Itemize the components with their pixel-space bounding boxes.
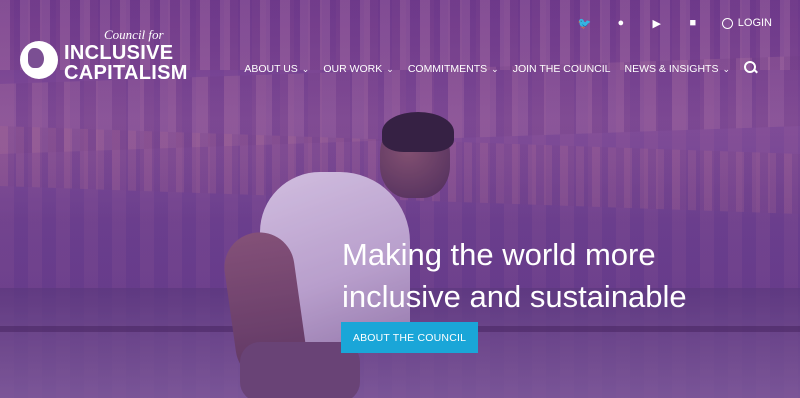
facebook-icon[interactable]: ● [614, 16, 628, 30]
logo-line-2: CAPITALISM [64, 62, 188, 84]
twitter-icon[interactable]: 🐦 [578, 16, 592, 30]
chevron-down-icon: ⌄ [722, 63, 730, 74]
nav-item-news-insights[interactable]: NEWS & INSIGHTS ⌄ [625, 63, 730, 75]
user-icon [721, 17, 733, 29]
logo-small-text: Council for [104, 27, 164, 42]
chevron-down-icon: ⌄ [491, 63, 499, 74]
logo-line-1: INCLUSIVE [64, 42, 174, 64]
nav-item-label: NEWS & INSIGHTS [624, 63, 719, 75]
hero-headline: Making the world more inclusive and sust… [342, 234, 782, 318]
nav-item-our-work[interactable]: OUR WORK ⌄ [323, 63, 393, 75]
nav-item-label: JOIN THE COUNCIL [512, 63, 611, 75]
hero-section: Council for INCLUSIVE CAPITALISM 🐦 ● ▶ ■… [0, 0, 800, 398]
main-navigation: ABOUT US ⌄ OUR WORK ⌄ COMMITMENTS ⌄ JOIN… [244, 63, 730, 75]
hero-headline-line-2: inclusive and sustainable [342, 278, 687, 314]
login-label: LOGIN [737, 17, 772, 29]
site-logo[interactable]: Council for INCLUSIVE CAPITALISM [20, 28, 188, 83]
about-the-council-button[interactable]: ABOUT THE COUNCIL [341, 322, 478, 353]
login-link[interactable]: LOGIN [721, 17, 772, 29]
nav-item-label: OUR WORK [323, 63, 383, 75]
nav-item-about-us[interactable]: ABOUT US ⌄ [244, 63, 309, 75]
nav-item-join-the-council[interactable]: JOIN THE COUNCIL [513, 63, 611, 75]
nav-item-label: COMMITMENTS [407, 63, 488, 75]
chevron-down-icon: ⌄ [386, 63, 394, 74]
chevron-down-icon: ⌄ [301, 63, 310, 74]
nav-item-label: ABOUT US [244, 63, 298, 75]
linkedin-icon[interactable]: ■ [686, 16, 700, 30]
youtube-icon[interactable]: ▶ [650, 16, 664, 30]
search-icon[interactable] [744, 61, 756, 73]
top-utility-bar: 🐦 ● ▶ ■ LOGIN [578, 16, 772, 30]
hero-headline-line-1: Making the world more [342, 237, 656, 272]
nav-item-commitments[interactable]: COMMITMENTS ⌄ [408, 63, 499, 75]
globe-logo-icon [20, 40, 58, 79]
